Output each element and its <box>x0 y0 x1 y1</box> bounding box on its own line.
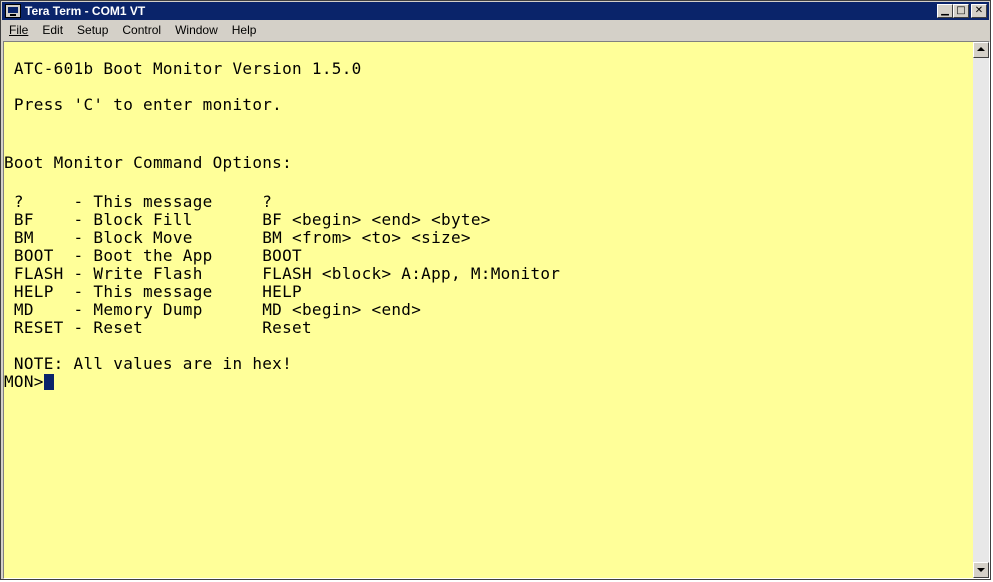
terminal-line: HELP - This message HELP <box>4 282 302 301</box>
terminal-line: BM - Block Move BM <from> <to> <size> <box>4 228 471 247</box>
menu-control-label: Control <box>122 23 162 37</box>
terminal-line: FLASH - Write Flash FLASH <block> A:App,… <box>4 264 561 283</box>
menu-help-label: Help <box>231 23 257 37</box>
title-bar[interactable]: Tera Term - COM1 VT ▁ □ ✕ <box>2 2 989 20</box>
maximize-icon: □ <box>956 5 966 16</box>
menu-window[interactable]: Window <box>168 23 225 37</box>
vertical-scrollbar[interactable] <box>973 42 989 578</box>
tera-term-window: Tera Term - COM1 VT ▁ □ ✕ File Edit Setu… <box>0 0 991 580</box>
terminal-line: ATC-601b Boot Monitor Version 1.5.0 <box>4 59 362 78</box>
terminal-frame: ATC-601b Boot Monitor Version 1.5.0 Pres… <box>3 41 990 579</box>
menu-control[interactable]: Control <box>115 23 168 37</box>
menu-window-label: Window <box>175 23 218 37</box>
terminal-line: NOTE: All values are in hex! <box>4 354 293 373</box>
menu-help[interactable]: Help <box>225 23 264 37</box>
arrow-down-icon <box>977 568 985 572</box>
minimize-icon: ▁ <box>941 5 949 16</box>
scroll-up-button[interactable] <box>973 42 989 58</box>
window-controls: ▁ □ ✕ <box>937 4 987 18</box>
window-title: Tera Term - COM1 VT <box>25 4 146 18</box>
arrow-up-icon <box>977 47 985 51</box>
menu-setup[interactable]: Setup <box>70 23 115 37</box>
close-icon: ✕ <box>974 5 984 16</box>
terminal-line: Boot Monitor Command Options: <box>4 153 293 172</box>
tera-term-icon[interactable] <box>5 4 21 18</box>
prompt-text: MON> <box>4 372 44 391</box>
menu-bar: File Edit Setup Control Window Help <box>2 20 989 40</box>
scroll-down-button[interactable] <box>973 562 989 578</box>
menu-edit[interactable]: Edit <box>35 23 70 37</box>
menu-setup-label: Setup <box>77 23 109 37</box>
close-button[interactable]: ✕ <box>971 4 987 18</box>
prompt-line: MON> <box>4 373 54 391</box>
terminal-screen[interactable]: ATC-601b Boot Monitor Version 1.5.0 Pres… <box>4 42 973 578</box>
minimize-button[interactable]: ▁ <box>937 4 953 18</box>
maximize-button[interactable]: □ <box>953 4 969 18</box>
menu-file[interactable]: File <box>2 23 35 37</box>
menu-file-label: File <box>9 23 29 37</box>
terminal-line: BF - Block Fill BF <begin> <end> <byte> <box>4 210 491 229</box>
terminal-line: RESET - Reset Reset <box>4 318 312 337</box>
terminal-line: Press 'C' to enter monitor. <box>4 95 283 114</box>
menu-edit-label: Edit <box>42 23 64 37</box>
text-cursor <box>43 374 54 390</box>
terminal-line: MD - Memory Dump MD <begin> <end> <box>4 300 422 319</box>
terminal-line: BOOT - Boot the App BOOT <box>4 246 302 265</box>
terminal-line: ? - This message ? <box>4 192 273 211</box>
